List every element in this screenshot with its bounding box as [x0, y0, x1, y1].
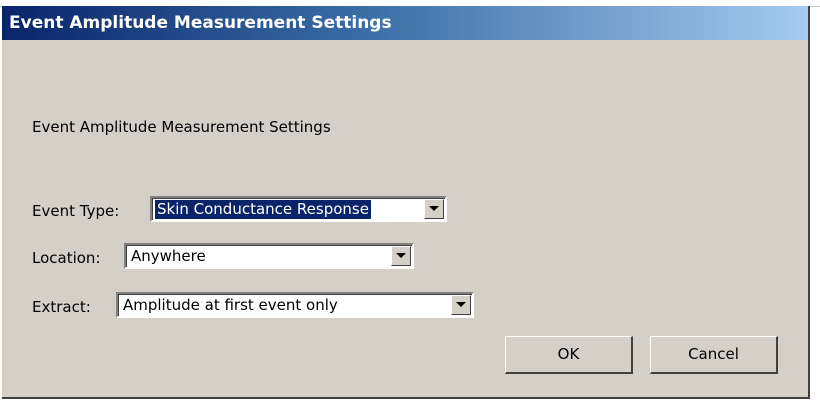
chevron-down-icon[interactable]: [451, 295, 471, 315]
window-title: Event Amplitude Measurement Settings: [9, 13, 392, 33]
chevron-down-icon[interactable]: [391, 246, 411, 266]
event-type-value: Skin Conductance Response: [154, 199, 372, 220]
location-dropdown[interactable]: Anywhere: [124, 243, 414, 269]
location-value: Anywhere: [131, 247, 206, 265]
extract-value: Amplitude at first event only: [123, 296, 338, 314]
cancel-button[interactable]: Cancel: [650, 336, 778, 374]
dialog-heading: Event Amplitude Measurement Settings: [32, 118, 331, 136]
extract-dropdown[interactable]: Amplitude at first event only: [116, 292, 474, 318]
event-type-label: Event Type:: [32, 202, 120, 220]
ok-button[interactable]: OK: [505, 336, 633, 374]
location-label: Location:: [32, 249, 101, 267]
event-type-dropdown[interactable]: Skin Conductance Response: [150, 196, 447, 222]
extract-label: Extract:: [32, 298, 91, 316]
chevron-down-icon[interactable]: [424, 199, 444, 219]
settings-dialog: Event Amplitude Measurement Settings Eve…: [2, 6, 810, 399]
title-bar[interactable]: Event Amplitude Measurement Settings: [2, 6, 808, 40]
